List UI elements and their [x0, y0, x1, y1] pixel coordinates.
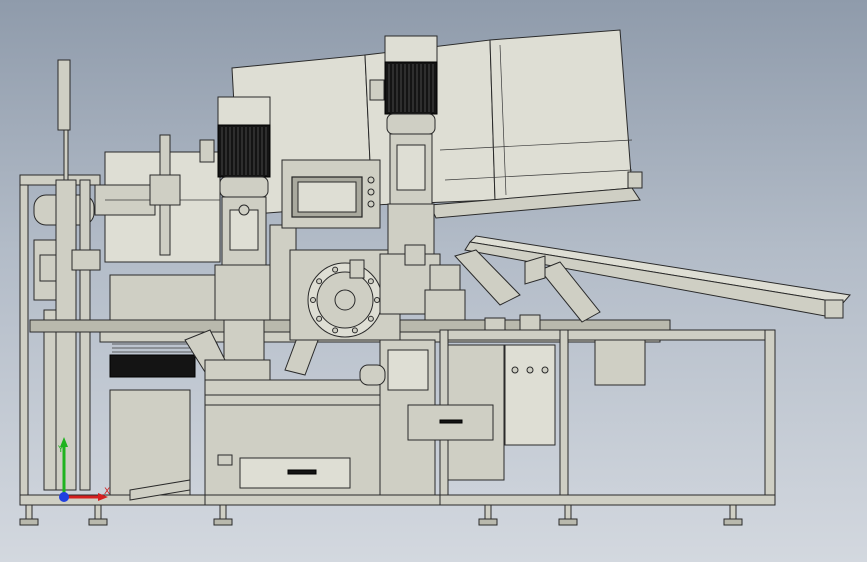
hmi-panel — [281, 159, 381, 229]
inclined-conveyor — [424, 235, 851, 323]
left-rear-housing — [94, 134, 221, 263]
left-frame — [19, 59, 101, 506]
cad-viewport[interactable]: X Y — [0, 0, 867, 562]
x-axis-label: X — [104, 487, 110, 497]
leveling-feet — [19, 504, 743, 526]
y-axis-label: Y — [57, 445, 64, 455]
machine-drawing: X Y — [19, 29, 851, 526]
